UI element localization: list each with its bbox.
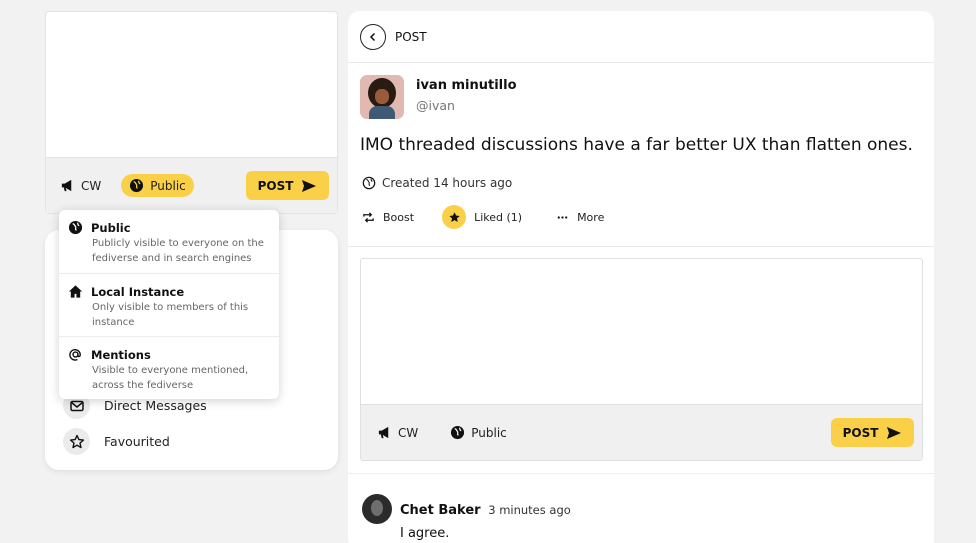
composer-toolbar: CW Public POST xyxy=(46,157,337,213)
globe-icon xyxy=(362,176,376,190)
chevron-left-icon xyxy=(369,32,376,41)
main-panel: POST ivan minutillo @ivan IMO threaded d… xyxy=(348,11,934,543)
comment-author[interactable]: Chet Baker xyxy=(400,503,481,518)
reply-composer: CW Public POST xyxy=(360,258,923,461)
option-title: Public xyxy=(91,220,131,235)
ellipsis-icon xyxy=(557,215,568,219)
visibility-dropdown: Public Publicly visible to everyone on t… xyxy=(59,210,279,399)
option-description: Publicly visible to everyone on the fedi… xyxy=(92,238,264,264)
send-icon xyxy=(887,426,902,439)
post-button-label: POST xyxy=(842,425,879,440)
visibility-selector[interactable]: Public xyxy=(450,425,507,440)
at-icon xyxy=(69,349,81,361)
post-created[interactable]: Created 14 hours ago xyxy=(362,176,512,190)
nav-item-label: Favourited xyxy=(104,434,170,449)
divider xyxy=(348,246,934,247)
more-label: More xyxy=(577,210,605,224)
post-button[interactable]: POST xyxy=(246,171,329,200)
cw-toggle[interactable]: CW xyxy=(60,178,101,193)
visibility-option-mentions[interactable]: Mentions Visible to everyone mentioned, … xyxy=(59,336,279,393)
created-label: Created 14 hours ago xyxy=(382,176,513,190)
author-name[interactable]: ivan minutillo xyxy=(416,78,517,93)
megaphone-icon xyxy=(378,426,389,439)
post-text: IMO threaded discussions have a far bett… xyxy=(360,135,913,155)
topbar: POST xyxy=(348,11,934,63)
comment-text: I agree. xyxy=(400,526,450,541)
post-button[interactable]: POST xyxy=(831,418,914,447)
star-icon xyxy=(442,205,467,229)
option-title: Local Instance xyxy=(91,284,185,299)
back-button[interactable] xyxy=(360,23,386,50)
liked-label: Liked (1) xyxy=(474,210,523,224)
star-icon xyxy=(63,428,90,455)
boost-button[interactable]: Boost xyxy=(362,211,414,224)
visibility-option-local-instance[interactable]: Local Instance Only visible to members o… xyxy=(59,273,279,330)
option-title: Mentions xyxy=(91,347,151,362)
visibility-selector[interactable]: Public xyxy=(121,174,194,197)
visibility-label: Public xyxy=(471,425,507,440)
comment-time[interactable]: 3 minutes ago xyxy=(488,503,571,517)
globe-icon xyxy=(130,178,144,193)
cw-label: CW xyxy=(398,425,419,440)
home-icon xyxy=(68,285,83,298)
like-button[interactable]: Liked (1) xyxy=(442,205,522,229)
page-title: POST xyxy=(395,29,427,44)
left-composer: CW Public POST xyxy=(45,11,338,214)
reply-textarea[interactable] xyxy=(361,259,922,405)
reply-toolbar: CW Public POST xyxy=(361,404,922,460)
divider xyxy=(348,473,934,474)
nav-item-label: Direct Messages xyxy=(104,398,207,413)
boost-label: Boost xyxy=(383,210,415,224)
globe-icon xyxy=(451,425,465,440)
avatar[interactable] xyxy=(360,75,404,119)
visibility-label: Public xyxy=(150,178,186,193)
post-actions: Boost Liked (1) More xyxy=(362,205,604,229)
option-description: Visible to everyone mentioned, across th… xyxy=(92,365,249,391)
visibility-option-public[interactable]: Public Publicly visible to everyone on t… xyxy=(59,220,279,266)
avatar[interactable] xyxy=(362,494,392,524)
globe-icon xyxy=(68,220,83,235)
cw-toggle[interactable]: CW xyxy=(377,425,418,440)
comment-header: Chet Baker 3 minutes ago xyxy=(400,503,571,518)
cw-label: CW xyxy=(81,178,102,193)
composer-textarea[interactable] xyxy=(46,12,337,158)
send-icon xyxy=(302,179,317,192)
option-description: Only visible to members of this instance xyxy=(92,302,249,328)
more-button[interactable]: More xyxy=(556,211,604,224)
post-author[interactable]: ivan minutillo @ivan xyxy=(360,75,517,119)
megaphone-icon xyxy=(61,179,72,192)
author-handle[interactable]: @ivan xyxy=(416,98,517,113)
nav-item-favourited[interactable]: Favourited xyxy=(63,428,170,455)
post-button-label: POST xyxy=(257,178,294,193)
boost-icon xyxy=(363,211,374,223)
